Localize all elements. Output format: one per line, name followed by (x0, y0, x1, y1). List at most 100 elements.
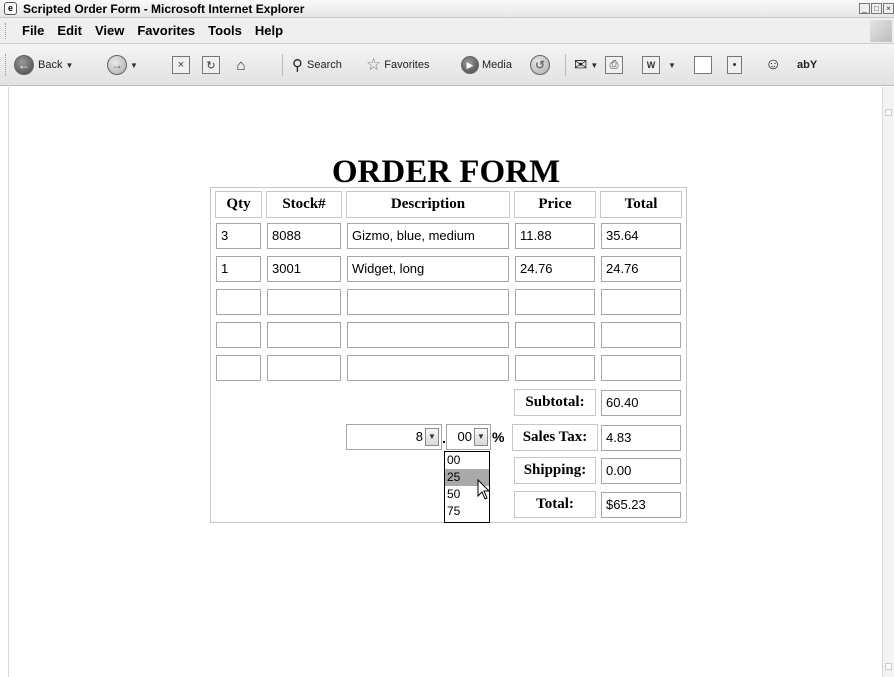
favorites-button[interactable]: ☆ Favorites (366, 54, 430, 76)
back-button[interactable]: ← Back ▼ (14, 54, 73, 76)
header-price: Price (514, 191, 596, 218)
favorites-label: Favorites (384, 59, 430, 71)
window-title-bar: e Scripted Order Form - Microsoft Intern… (0, 0, 894, 18)
maximize-button[interactable]: □ (871, 3, 882, 14)
toolbar-grip[interactable] (5, 54, 8, 76)
messenger-button[interactable]: ☺ (765, 54, 781, 76)
home-icon: ⌂ (236, 56, 246, 74)
discuss-icon (694, 56, 712, 74)
sales-tax-label: Sales Tax: (512, 424, 598, 451)
sales-tax-field[interactable]: 4.83 (601, 425, 681, 451)
search-button[interactable]: ⚲ Search (292, 54, 342, 76)
close-button[interactable]: × (883, 3, 894, 14)
ie-page-icon: e (4, 2, 17, 15)
standard-toolbar: ← Back ▼ → ▼ × ↻ ⌂ ⚲ Search ☆ Favorites … (0, 44, 894, 86)
chevron-down-icon[interactable]: ▼ (65, 61, 73, 70)
chevron-down-icon[interactable]: ▼ (130, 61, 138, 70)
total-input[interactable] (601, 355, 681, 381)
total-input[interactable]: 35.64 (601, 223, 681, 249)
scroll-down-icon[interactable] (885, 663, 892, 670)
tax-rate-fraction-value: 00 (457, 429, 472, 444)
messenger-icon: ☺ (765, 56, 782, 73)
search-label: Search (307, 59, 342, 71)
windows-logo-icon (870, 20, 892, 42)
forward-button[interactable]: → ▼ (107, 54, 138, 76)
scroll-up-icon[interactable] (885, 109, 892, 116)
toolbar-separator (565, 54, 566, 76)
menu-edit[interactable]: Edit (57, 23, 82, 38)
chevron-down-icon[interactable]: ▼ (425, 428, 439, 446)
menu-tools[interactable]: Tools (208, 23, 242, 38)
price-input[interactable]: 11.88 (515, 223, 595, 249)
stock-input[interactable] (267, 289, 341, 315)
description-input[interactable] (347, 289, 509, 315)
qty-input[interactable] (216, 355, 261, 381)
search-icon: ⚲ (292, 57, 303, 74)
media-button[interactable]: ▶ Media (461, 54, 512, 76)
tax-rate-whole-select[interactable]: 8 ▼ (346, 424, 442, 450)
shipping-label: Shipping: (514, 457, 596, 484)
option-00[interactable]: 00 (445, 452, 489, 469)
subtotal-field[interactable]: 60.40 (601, 390, 681, 416)
description-input[interactable] (347, 322, 509, 348)
menu-grip[interactable] (5, 23, 8, 39)
total-input[interactable]: 24.76 (601, 256, 681, 282)
menu-file[interactable]: File (22, 23, 44, 38)
home-button[interactable]: ⌂ (232, 54, 250, 76)
qty-input[interactable] (216, 322, 261, 348)
description-input[interactable]: Gizmo, blue, medium (347, 223, 509, 249)
spell-check-icon: abY (797, 59, 818, 71)
qty-input[interactable]: 1 (216, 256, 261, 282)
stop-button[interactable]: × (172, 54, 190, 76)
qty-input[interactable] (216, 289, 261, 315)
total-input[interactable] (601, 322, 681, 348)
tax-rate-percent-sign: % (492, 429, 505, 445)
page-title: ORDER FORM (331, 154, 561, 190)
minimize-button[interactable]: _ (859, 3, 870, 14)
stock-input[interactable] (267, 322, 341, 348)
menu-help[interactable]: Help (255, 23, 283, 38)
menu-view[interactable]: View (95, 23, 124, 38)
shipping-field[interactable]: 0.00 (601, 458, 681, 484)
print-button[interactable]: ⎙ (605, 54, 623, 76)
chevron-down-icon[interactable]: ▼ (668, 61, 676, 70)
mail-button[interactable]: ✉ ▼ (574, 54, 598, 76)
price-input[interactable] (515, 355, 595, 381)
stop-icon: × (172, 56, 190, 74)
back-label: Back (38, 59, 63, 71)
research-icon: • (727, 56, 742, 74)
grand-total-field[interactable]: $65.23 (601, 492, 681, 518)
chevron-down-icon[interactable]: ▼ (474, 428, 488, 446)
tax-rate-fraction-select[interactable]: 00 ▼ (446, 424, 491, 450)
window-controls: _ □ × (859, 3, 894, 14)
stock-input[interactable]: 3001 (267, 256, 341, 282)
price-input[interactable] (515, 289, 595, 315)
spell-check-button[interactable]: abY (797, 54, 817, 76)
menu-favorites[interactable]: Favorites (137, 23, 195, 38)
word-icon: W (642, 56, 660, 74)
edit-button[interactable]: W ▼ (642, 54, 676, 76)
header-description: Description (346, 191, 510, 218)
description-input[interactable] (347, 355, 509, 381)
back-arrow-icon: ← (14, 55, 34, 75)
total-input[interactable] (601, 289, 681, 315)
qty-input[interactable]: 3 (216, 223, 261, 249)
discuss-button[interactable] (694, 54, 712, 76)
refresh-button[interactable]: ↻ (202, 54, 220, 76)
history-button[interactable]: ↺ (530, 54, 550, 76)
toolbar-separator (282, 54, 283, 76)
price-input[interactable] (515, 322, 595, 348)
option-75[interactable]: 75 (445, 503, 489, 520)
research-button[interactable]: • (727, 54, 742, 76)
grand-total-label: Total: (514, 491, 596, 518)
tax-rate-whole-value: 8 (415, 429, 423, 444)
header-total: Total (600, 191, 682, 218)
price-input[interactable]: 24.76 (515, 256, 595, 282)
stock-input[interactable]: 8088 (267, 223, 341, 249)
stock-input[interactable] (267, 355, 341, 381)
chevron-down-icon[interactable]: ▼ (590, 61, 598, 70)
subtotal-label: Subtotal: (514, 389, 596, 416)
media-icon: ▶ (461, 56, 479, 74)
refresh-icon: ↻ (202, 56, 220, 74)
description-input[interactable]: Widget, long (347, 256, 509, 282)
